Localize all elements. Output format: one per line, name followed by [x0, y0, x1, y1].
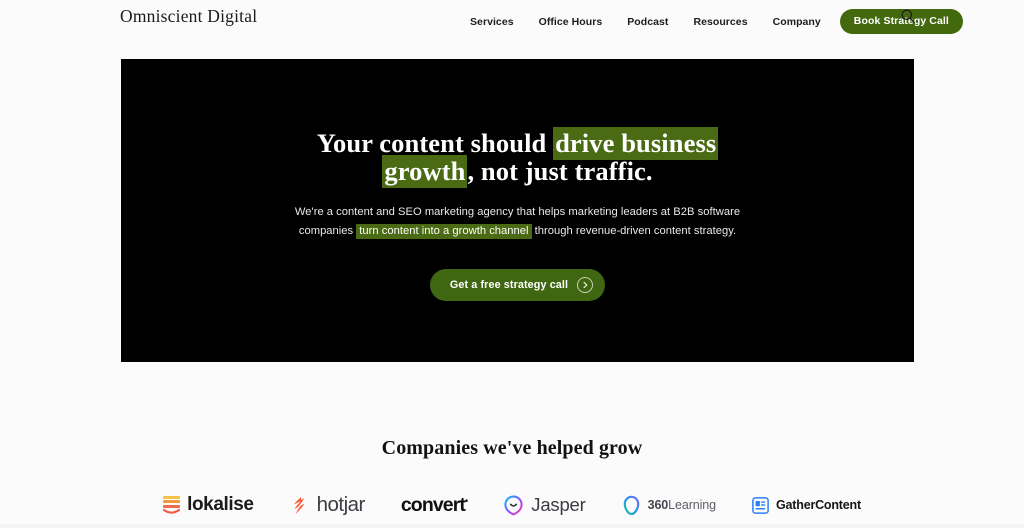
- client-logo-jasper: Jasper: [503, 488, 586, 522]
- client-logo-lokalise: lokalise: [163, 488, 254, 522]
- brand-logo[interactable]: Omniscient Digital: [120, 6, 257, 27]
- lokalise-bars-icon: [163, 495, 181, 515]
- nav-item-office-hours[interactable]: Office Hours: [539, 16, 603, 28]
- jasper-smiley-icon: [503, 495, 524, 516]
- page-bottom-edge: [0, 524, 1024, 528]
- nav-item-services[interactable]: Services: [470, 16, 514, 28]
- client-logo-strip: lokalise hotjar convert• Jasper 360Learn…: [0, 488, 1024, 522]
- clients-heading: Companies we've helped grow: [381, 437, 643, 459]
- hero-subtitle-highlight: turn content into a growth channel: [356, 224, 532, 239]
- hero-subtitle-part2: through revenue-driven content strategy.: [531, 225, 737, 237]
- hotjar-flame-icon: [290, 495, 310, 516]
- hero-title: Your content should drive business growt…: [303, 127, 733, 188]
- convert-label-text: convert: [400, 493, 466, 516]
- get-free-strategy-call-button[interactable]: Get a free strategy call: [429, 269, 606, 301]
- client-logo-convert: convert•: [400, 488, 468, 522]
- hero-section: Your content should drive business growt…: [121, 59, 914, 362]
- hero-title-part2: , not just traffic.: [467, 156, 653, 186]
- client-logo-360learning: 360Learning: [622, 488, 716, 522]
- gathercontent-square-icon: [752, 496, 769, 514]
- search-icon: [901, 9, 916, 24]
- site-header: Omniscient Digital Services Office Hours…: [0, 0, 1024, 40]
- client-logo-gathercontent: GatherContent: [752, 488, 861, 522]
- 360learning-label-rest: Learning: [668, 498, 717, 512]
- 360learning-label-bold: 360: [647, 498, 669, 512]
- hero-subtitle: We're a content and SEO marketing agency…: [292, 203, 744, 241]
- main-navigation: Services Office Hours Podcast Resources …: [470, 9, 963, 34]
- chevron-right-icon: [577, 277, 594, 293]
- convert-slash-icon: •: [465, 495, 468, 505]
- 360learning-label: 360Learning: [647, 498, 717, 512]
- hero-title-part1: Your content should: [316, 128, 554, 158]
- nav-item-podcast[interactable]: Podcast: [627, 16, 668, 28]
- nav-item-resources[interactable]: Resources: [693, 16, 747, 28]
- hero-cta-label: Get a free strategy call: [449, 279, 569, 291]
- hotjar-label: hotjar: [316, 493, 366, 516]
- jasper-label: Jasper: [531, 494, 586, 515]
- search-button[interactable]: [899, 7, 917, 25]
- 360learning-ring-icon: [622, 495, 641, 516]
- gathercontent-label: GatherContent: [776, 498, 861, 512]
- lokalise-label: lokalise: [187, 494, 254, 515]
- client-logo-hotjar: hotjar: [290, 488, 365, 522]
- nav-item-company[interactable]: Company: [773, 16, 821, 28]
- convert-label: convert•: [400, 493, 468, 517]
